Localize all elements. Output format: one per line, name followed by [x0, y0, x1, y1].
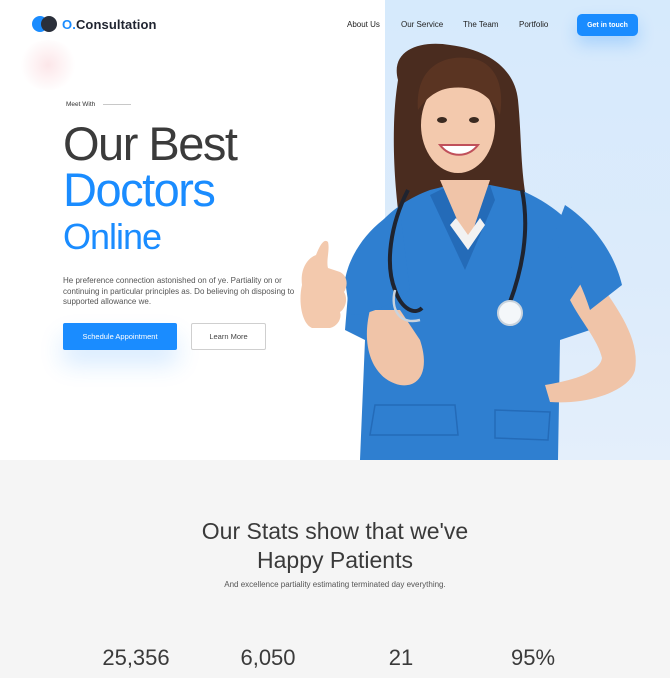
stat-value: 6,050 [240, 645, 296, 670]
get-in-touch-button[interactable]: Get in touch [577, 14, 638, 36]
hero-eyebrow-text: Meet With [66, 101, 96, 108]
schedule-appointment-button[interactable]: Schedule Appointment [63, 323, 177, 350]
nav-about-us[interactable]: About Us [347, 20, 380, 29]
stat-value: 21 [388, 645, 414, 670]
stat-value: 25,356 [102, 645, 170, 670]
stats-title-line2: Happy Patients [257, 547, 413, 573]
nav-the-team[interactable]: The Team [463, 20, 498, 29]
doctor-eye-right [469, 117, 479, 123]
stats-subtitle: And excellence partiality estimating ter… [224, 580, 446, 589]
doctor-image [300, 43, 636, 460]
learn-more-button[interactable]: Learn More [191, 323, 266, 350]
hero-heading-line2: Doctors [63, 163, 216, 216]
stethoscope-chestpiece [497, 300, 523, 326]
thumbs-up-hand [300, 240, 347, 328]
hero-heading-line3: Online [63, 216, 162, 257]
eyebrow-divider [103, 104, 132, 105]
nav-our-service[interactable]: Our Service [401, 20, 443, 29]
stat-value: 95% [510, 645, 556, 670]
brand-logo[interactable]: O.Consultation [32, 15, 157, 33]
brand-name: O.Consultation [62, 16, 157, 32]
hero-eyebrow: Meet With [66, 101, 132, 108]
logo-icon [32, 15, 58, 33]
doctor-eye-left [437, 117, 447, 123]
nav-portfolio[interactable]: Portfolio [519, 20, 548, 29]
hero-section: O.Consultation About Us Our Service The … [0, 0, 670, 460]
stats-title-line1: Our Stats show that we've [201, 518, 469, 544]
stats-title: Our Stats show that we've Happy Patients [0, 517, 670, 575]
top-navigation: O.Consultation About Us Our Service The … [0, 0, 670, 50]
hero-description: He preference connection astonished on o… [63, 276, 295, 306]
